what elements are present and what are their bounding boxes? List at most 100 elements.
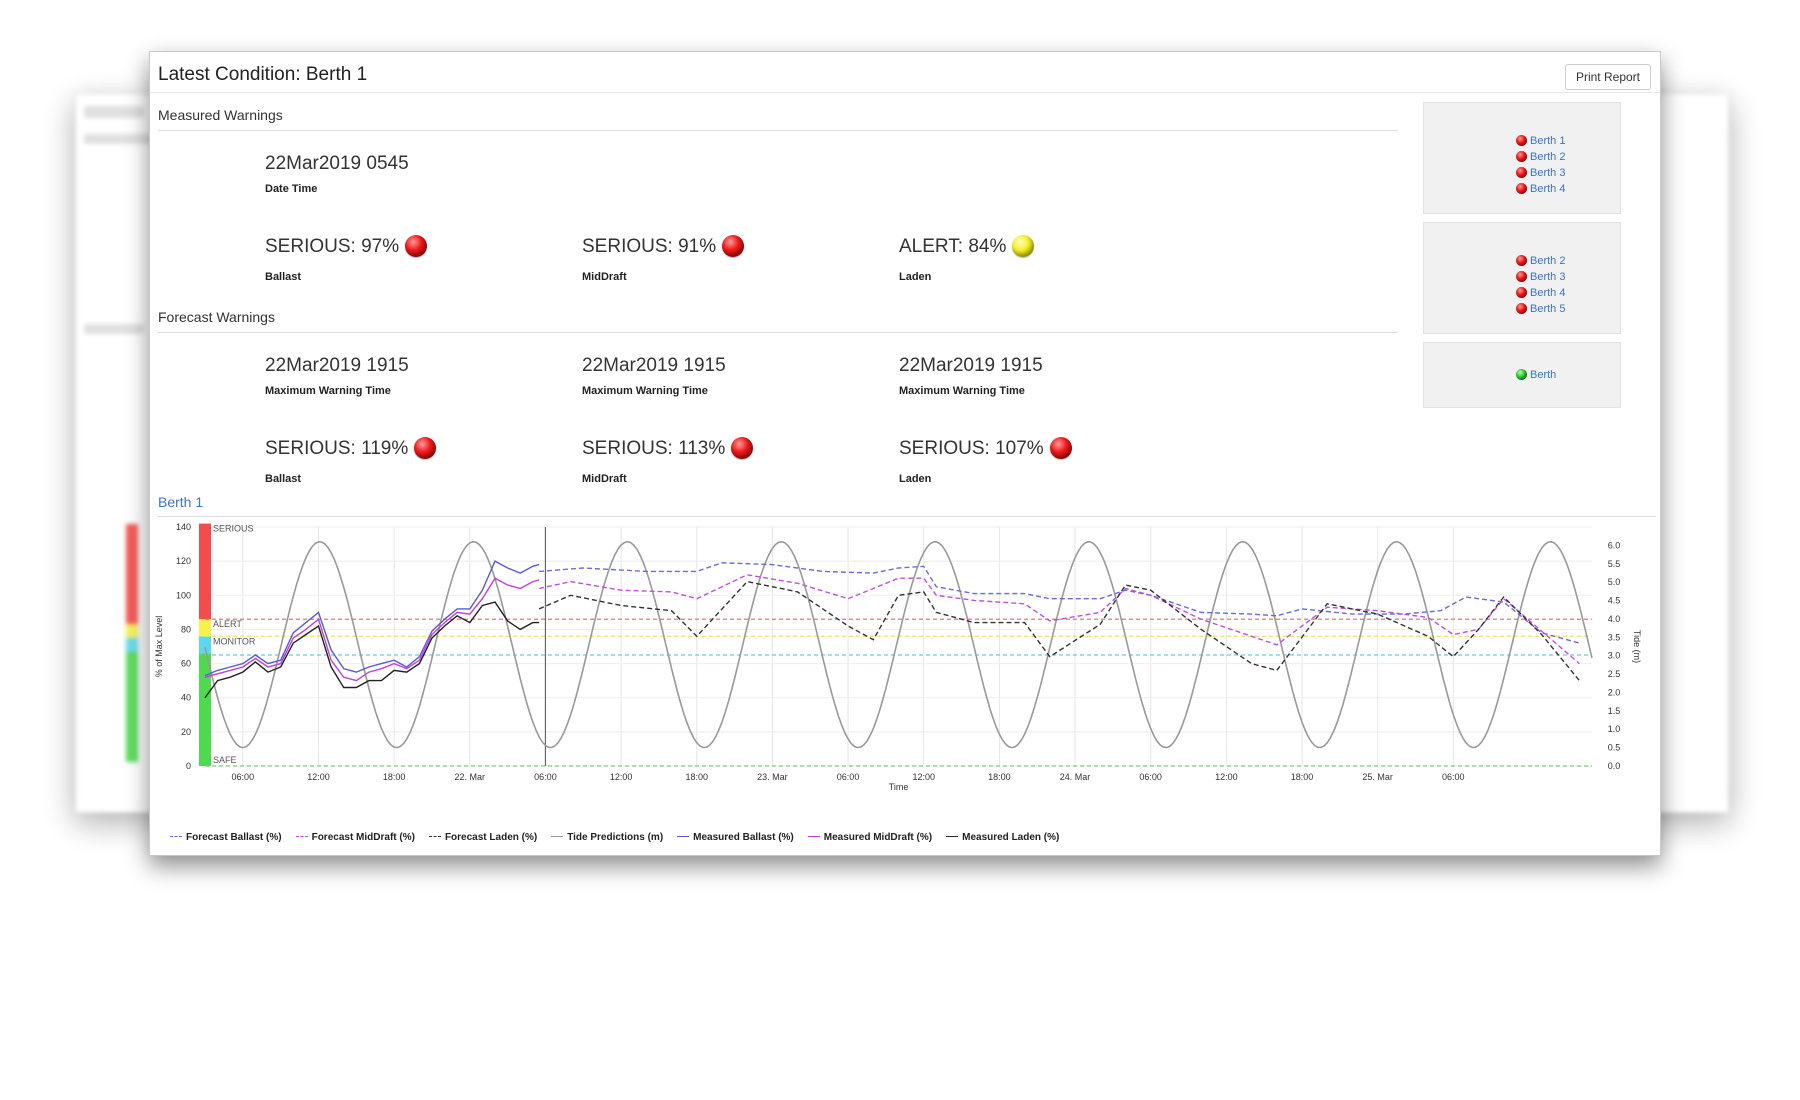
x-tick-label: 12:00 (912, 772, 935, 782)
y2-tick-label: 5.5 (1608, 559, 1621, 569)
berth-link[interactable]: Berth (1516, 367, 1556, 383)
berth-link[interactable]: Berth 2 (1516, 149, 1565, 165)
forecast-middraft-status: SERIOUS: 113% (582, 437, 754, 460)
y2-axis-label: Tide (m) (1632, 630, 1642, 663)
band-safe (199, 653, 211, 766)
berth-link-label: Berth 3 (1530, 167, 1566, 179)
red-status-icon (1516, 135, 1527, 146)
forecast-laden-label: Laden (899, 473, 932, 485)
berth-panel-ok: Berth (1423, 342, 1621, 408)
legend-swatch (807, 836, 820, 837)
berth-link-label: Berth 4 (1530, 287, 1566, 299)
legend-item[interactable]: Measured Ballast (%) (677, 832, 794, 843)
card-header: Latest Condition: Berth 1 Print Report (150, 52, 1660, 93)
y-tick-label: 60 (181, 659, 191, 669)
series-line (204, 601, 540, 699)
y2-tick-label: 1.0 (1608, 724, 1621, 734)
forecast-time-label: Maximum Warning Time (265, 385, 391, 397)
y2-tick-label: 0.5 (1608, 743, 1621, 753)
y2-tick-label: 5.0 (1608, 577, 1621, 587)
legend-label: Measured MidDraft (%) (823, 832, 933, 843)
x-tick-label: 25. Mar (1362, 772, 1393, 782)
y2-tick-label: 6.0 (1608, 540, 1621, 550)
x-tick-label: 06:00 (232, 772, 255, 782)
legend-swatch (677, 836, 690, 837)
band-label: SAFE (213, 755, 237, 765)
x-tick-label: 18:00 (1291, 772, 1314, 782)
berth-link[interactable]: Berth 3 (1516, 165, 1565, 181)
measured-middraft-status: SERIOUS: 91% (582, 235, 745, 258)
condition-card: Latest Condition: Berth 1 Print Report M… (149, 51, 1661, 856)
red-status-icon (1516, 151, 1527, 162)
measured-laden-status: ALERT: 84% (899, 235, 1035, 258)
y2-tick-label: 4.5 (1608, 596, 1621, 606)
y2-tick-label: 4.0 (1608, 614, 1621, 624)
legend-item[interactable]: Measured Laden (%) (946, 832, 1059, 843)
x-tick-label: 06:00 (837, 772, 860, 782)
legend-item[interactable]: Forecast Laden (%) (428, 832, 537, 843)
berth-link[interactable]: Berth 5 (1516, 301, 1565, 317)
x-tick-label: 18:00 (685, 772, 708, 782)
forecast-ballast-value: SERIOUS: 119% (265, 438, 409, 459)
measured-datetime-label: Date Time (265, 183, 318, 195)
berth-link[interactable]: Berth 4 (1516, 285, 1565, 301)
berth-chart: SAFE MONITOR ALERT SERIOUS 0 20 40 60 80 100 120 14… (154, 522, 1642, 792)
series-line (539, 562, 1580, 644)
berth-link-label: Berth 1 (1530, 135, 1566, 147)
measured-ballast-value: SERIOUS: 97% (265, 236, 400, 257)
red-status-icon (405, 235, 428, 257)
x-tick-label: 12:00 (610, 772, 633, 782)
forecast-time-label: Maximum Warning Time (582, 385, 708, 397)
forecast-warnings-title: Forecast Warnings (158, 309, 275, 325)
y-tick-label: 100 (176, 590, 191, 600)
berth-link-label: Berth 4 (1530, 183, 1566, 195)
red-status-icon (414, 437, 437, 459)
x-tick-label: 23. Mar (757, 772, 788, 782)
green-status-icon (1516, 369, 1527, 380)
y-tick-label: 140 (176, 522, 191, 532)
measured-laden-value: ALERT: 84% (899, 236, 1007, 257)
berth-link[interactable]: Berth 1 (1516, 133, 1565, 149)
y2-tick-label: 0.0 (1608, 761, 1621, 771)
band-monitor (199, 636, 211, 654)
band-label: ALERT (213, 619, 242, 629)
legend-swatch (946, 836, 959, 837)
y-axis-label: % of Max Level (154, 616, 164, 678)
y-tick-label: 120 (176, 556, 191, 566)
berth-link[interactable]: Berth 3 (1516, 269, 1565, 285)
measured-middraft-label: MidDraft (582, 271, 627, 283)
y2-tick-label: 3.0 (1608, 651, 1621, 661)
berth-link[interactable]: Berth 2 (1516, 253, 1565, 269)
berth-link-label: Berth 3 (1530, 271, 1566, 283)
y2-tick-label: 1.5 (1608, 706, 1621, 716)
legend-swatch (170, 836, 182, 837)
red-status-icon (1516, 167, 1527, 178)
y-tick-label: 20 (181, 727, 191, 737)
band-label: MONITOR (213, 636, 256, 646)
divider (158, 130, 1398, 131)
legend-item[interactable]: Forecast Ballast (%) (170, 832, 282, 843)
legend-swatch (428, 836, 441, 837)
forecast-laden-value: SERIOUS: 107% (899, 438, 1044, 459)
forecast-middraft-label: MidDraft (582, 473, 627, 485)
tide-series-line (204, 540, 1593, 749)
print-report-button[interactable]: Print Report (1564, 64, 1651, 90)
berth-link-label: Berth (1530, 369, 1557, 381)
divider (158, 516, 1656, 517)
divider (158, 332, 1398, 333)
y2-tick-label: 2.0 (1608, 687, 1621, 697)
x-tick-label: 18:00 (383, 772, 406, 782)
measured-ballast-label: Ballast (265, 271, 302, 283)
legend-item[interactable]: Forecast MidDraft (%) (295, 832, 415, 843)
x-tick-label: 12:00 (1215, 772, 1238, 782)
berth-link[interactable]: Berth 4 (1516, 181, 1565, 197)
legend-swatch (551, 836, 564, 837)
y-tick-label: 80 (181, 624, 191, 634)
page-title: Latest Condition: Berth 1 (158, 64, 368, 85)
legend-label: Measured Laden (%) (962, 832, 1060, 843)
red-status-icon (1516, 287, 1527, 298)
y-tick-label: 40 (181, 693, 191, 703)
y2-tick-label: 3.5 (1608, 632, 1621, 642)
legend-item[interactable]: Tide Predictions (m) (551, 832, 663, 843)
legend-item[interactable]: Measured MidDraft (%) (807, 832, 933, 843)
